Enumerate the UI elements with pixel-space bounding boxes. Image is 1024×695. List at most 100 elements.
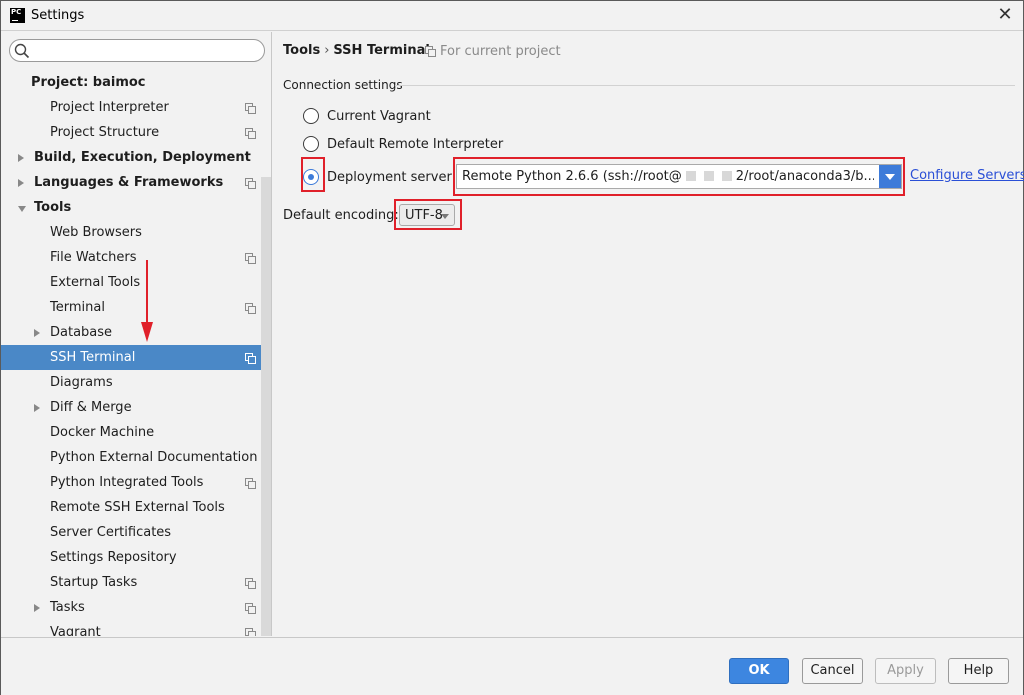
- server-value-prefix: Remote Python 2.6.6 (ssh://root@: [462, 169, 682, 184]
- page-title: SSH Terminal: [333, 43, 430, 58]
- sidebar-item-project-baimoc[interactable]: Project: baimoc: [1, 70, 271, 95]
- connection-settings-label: Connection settings: [283, 78, 403, 92]
- pycharm-icon: PC: [10, 8, 25, 23]
- sidebar-item-label: Build, Execution, Deployment: [34, 150, 251, 165]
- sidebar-scrollbar[interactable]: [261, 177, 271, 636]
- chevron-right-icon[interactable]: [18, 154, 24, 162]
- ok-button[interactable]: OK: [729, 658, 789, 684]
- sidebar-item-label: Docker Machine: [50, 425, 155, 440]
- radio-label: Deployment server: [327, 170, 452, 185]
- project-scope-icon: [245, 478, 256, 489]
- sidebar-item-label: Languages & Frameworks: [34, 175, 224, 190]
- sidebar-item-settings-repository[interactable]: Settings Repository: [1, 545, 271, 570]
- apply-button[interactable]: Apply: [875, 658, 936, 684]
- sidebar-item-terminal[interactable]: Terminal: [1, 295, 271, 320]
- settings-content: Tools › SSH Terminal For current project C…: [273, 32, 1024, 636]
- sidebar-item-python-external-documentation[interactable]: Python External Documentation: [1, 445, 271, 470]
- sidebar-item-label: Python Integrated Tools: [50, 475, 204, 490]
- radio-label: Default Remote Interpreter: [327, 137, 504, 152]
- search-input[interactable]: [9, 39, 265, 62]
- sidebar-item-vagrant[interactable]: Vagrant: [1, 620, 271, 636]
- sidebar-item-label: External Tools: [50, 275, 141, 290]
- chevron-down-icon[interactable]: [879, 165, 901, 188]
- server-value-suffix: 2/root/anaconda3/b...: [735, 169, 874, 184]
- sidebar-item-python-integrated-tools[interactable]: Python Integrated Tools: [1, 470, 271, 495]
- sidebar-item-label: Vagrant: [50, 625, 101, 636]
- redacted-text: [721, 171, 732, 181]
- breadcrumb-separator: ›: [324, 43, 330, 58]
- project-scope-icon: [245, 128, 256, 139]
- sidebar-item-docker-machine[interactable]: Docker Machine: [1, 420, 271, 445]
- group-divider: [395, 85, 1015, 86]
- sidebar-item-remote-ssh-external-tools[interactable]: Remote SSH External Tools: [1, 495, 271, 520]
- sidebar-item-label: SSH Terminal: [50, 350, 136, 365]
- sidebar-item-label: Project: baimoc: [31, 75, 146, 90]
- radio-button[interactable]: [303, 136, 319, 152]
- help-button[interactable]: Help: [948, 658, 1009, 684]
- sidebar-item-diff-merge[interactable]: Diff & Merge: [1, 395, 271, 420]
- deployment-server-value: Remote Python 2.6.6 (ssh://root@ 2/root/a…: [462, 169, 874, 184]
- sidebar-item-database[interactable]: Database: [1, 320, 271, 345]
- cancel-button[interactable]: Cancel: [802, 658, 863, 684]
- title-bar: PC Settings ✕: [1, 1, 1023, 31]
- project-scope-note: For current project: [425, 44, 561, 59]
- sidebar-item-file-watchers[interactable]: File Watchers: [1, 245, 271, 270]
- chevron-right-icon[interactable]: [34, 604, 40, 612]
- sidebar-item-startup-tasks[interactable]: Startup Tasks: [1, 570, 271, 595]
- sidebar-item-label: Settings Repository: [50, 550, 177, 565]
- sidebar-item-label: Project Interpreter: [50, 100, 169, 115]
- sidebar-item-languages-frameworks[interactable]: Languages & Frameworks: [1, 170, 271, 195]
- sidebar-item-label: Startup Tasks: [50, 575, 138, 590]
- sidebar-item-label: Tasks: [50, 600, 85, 615]
- sidebar-item-label: Python External Documentation: [50, 450, 258, 465]
- project-scope-icon: [425, 46, 436, 57]
- sidebar-item-server-certificates[interactable]: Server Certificates: [1, 520, 271, 545]
- sidebar-item-ssh-terminal[interactable]: SSH Terminal: [1, 345, 271, 370]
- sidebar-item-project-structure[interactable]: Project Structure: [1, 120, 271, 145]
- project-scope-icon: [245, 253, 256, 264]
- radio-label: Current Vagrant: [327, 109, 431, 124]
- sidebar-item-tasks[interactable]: Tasks: [1, 595, 271, 620]
- redacted-text: [703, 171, 714, 181]
- breadcrumb-parent[interactable]: Tools: [283, 43, 320, 58]
- deployment-server-select[interactable]: Remote Python 2.6.6 (ssh://root@ 2/root/a…: [456, 164, 902, 189]
- encoding-value: UTF-8: [405, 208, 443, 223]
- sidebar-item-label: Project Structure: [50, 125, 160, 140]
- chevron-right-icon[interactable]: [34, 404, 40, 412]
- sidebar-item-build-execution-deployment[interactable]: Build, Execution, Deployment: [1, 145, 271, 170]
- red-arrow-annotation: [141, 260, 153, 342]
- encoding-label: Default encoding:: [283, 208, 399, 223]
- chevron-down-icon[interactable]: [18, 206, 26, 212]
- search-icon: [14, 43, 30, 59]
- sidebar-item-label: Diff & Merge: [50, 400, 132, 415]
- sidebar-item-diagrams[interactable]: Diagrams: [1, 370, 271, 395]
- sidebar-item-label: Diagrams: [50, 375, 113, 390]
- chevron-right-icon[interactable]: [18, 179, 24, 187]
- sidebar-item-label: File Watchers: [50, 250, 137, 265]
- settings-window: PC Settings ✕ Project: baimoc Project Int…: [0, 0, 1024, 695]
- sidebar-item-label: Tools: [34, 200, 72, 215]
- radio-highlight-box: [301, 157, 325, 192]
- radio-button[interactable]: [303, 108, 319, 124]
- project-scope-icon: [245, 353, 256, 364]
- project-scope-icon: [245, 303, 256, 314]
- breadcrumb: Tools › SSH Terminal: [283, 43, 430, 58]
- configure-servers-link[interactable]: Configure Servers: [910, 168, 1024, 183]
- settings-sidebar: Project: baimoc Project Interpreter Projec…: [1, 32, 272, 636]
- project-scope-icon: [245, 603, 256, 614]
- project-scope-icon: [245, 178, 256, 189]
- sidebar-item-label: Terminal: [50, 300, 105, 315]
- chevron-right-icon[interactable]: [34, 329, 40, 337]
- close-icon[interactable]: ✕: [997, 6, 1013, 24]
- settings-tree: Project: baimoc Project Interpreter Projec…: [1, 70, 271, 636]
- redacted-text: [685, 171, 696, 181]
- sidebar-item-tools[interactable]: Tools: [1, 195, 271, 220]
- sidebar-item-project-interpreter[interactable]: Project Interpreter: [1, 95, 271, 120]
- window-title: Settings: [31, 8, 85, 23]
- sidebar-item-external-tools[interactable]: External Tools: [1, 270, 271, 295]
- encoding-select[interactable]: UTF-8: [399, 204, 455, 226]
- sidebar-item-label: Server Certificates: [50, 525, 172, 540]
- project-scope-icon: [245, 103, 256, 114]
- sidebar-item-web-browsers[interactable]: Web Browsers: [1, 220, 271, 245]
- sidebar-item-label: Remote SSH External Tools: [50, 500, 225, 515]
